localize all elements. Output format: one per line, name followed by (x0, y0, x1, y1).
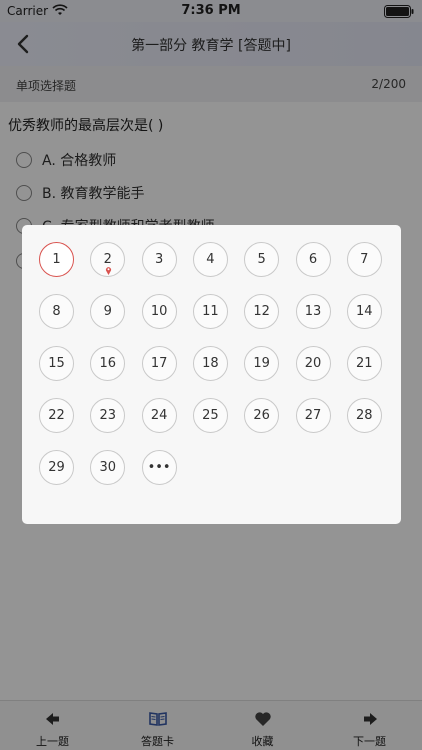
question-number-cell[interactable]: 18 (192, 346, 228, 381)
question-number-cell[interactable]: 2 (90, 242, 126, 277)
question-number-cell[interactable]: 11 (192, 294, 228, 329)
question-number-cell[interactable]: 15 (39, 346, 74, 381)
question-number-cell[interactable]: 14 (346, 294, 382, 329)
question-number-cell[interactable]: 5 (244, 242, 280, 277)
question-number-cell[interactable]: 1 (39, 242, 74, 277)
question-number-cell[interactable]: 27 (295, 398, 331, 433)
question-number-cell[interactable]: 20 (295, 346, 331, 381)
question-number-cell[interactable]: 4 (192, 242, 228, 277)
question-number-cell[interactable]: 10 (141, 294, 177, 329)
question-number-cell[interactable]: 7 (346, 242, 382, 277)
question-number-cell[interactable]: 23 (90, 398, 126, 433)
location-pin-icon (106, 267, 112, 275)
question-number-cell[interactable]: 25 (192, 398, 228, 433)
question-number-cell[interactable]: 8 (39, 294, 74, 329)
question-number-cell[interactable]: 30 (90, 450, 126, 485)
question-number-cell[interactable]: 13 (295, 294, 331, 329)
question-number-cell[interactable]: 3 (141, 242, 177, 277)
more-questions-button[interactable]: ••• (141, 450, 177, 485)
question-number-cell[interactable]: 21 (346, 346, 382, 381)
question-number-cell[interactable]: 28 (346, 398, 382, 433)
answer-card-panel: 1 2 3 4 5 6 7 8 9 10 11 12 13 14 15 16 17 18 19 20 21 22 23 24 2… (22, 225, 401, 524)
question-number-cell[interactable]: 19 (244, 346, 280, 381)
question-number-cell[interactable]: 24 (141, 398, 177, 433)
question-number-cell[interactable]: 6 (295, 242, 331, 277)
question-number-cell[interactable]: 22 (39, 398, 74, 433)
question-number-cell[interactable]: 17 (141, 346, 177, 381)
question-number-cell[interactable]: 9 (90, 294, 126, 329)
question-number-cell[interactable]: 29 (39, 450, 74, 485)
question-number-cell[interactable]: 16 (90, 346, 126, 381)
question-number-cell[interactable]: 12 (244, 294, 280, 329)
question-number-cell[interactable]: 26 (244, 398, 280, 433)
